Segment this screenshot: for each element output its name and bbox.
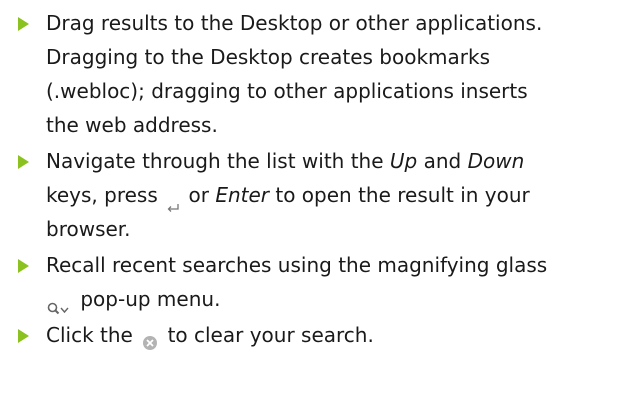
tip-text: to open the result in your: [275, 183, 530, 207]
key-up-label: Up: [389, 149, 418, 173]
key-down-label: Down: [467, 149, 525, 173]
disclosure-triangle-icon: [18, 17, 29, 31]
tip-text-line: Drag results to the Desktop or other app…: [46, 11, 543, 35]
tip-text-line: the web address.: [46, 113, 218, 137]
tip-text: Navigate through the list with the: [46, 149, 384, 173]
return-key-icon: [166, 191, 180, 212]
clear-search-icon: [141, 328, 159, 350]
tip-text-line: Dragging to the Desktop creates bookmark…: [46, 45, 490, 69]
disclosure-triangle-icon: [18, 259, 29, 273]
tip-text: or: [188, 183, 209, 207]
tip-text: to clear your search.: [167, 323, 374, 347]
tip-text: browser.: [46, 217, 131, 241]
tip-recall-searches: Recall recent searches using the magnify…: [0, 248, 629, 316]
tip-clear-search: Click the to clear your search.: [0, 318, 629, 352]
tip-text: and: [423, 149, 462, 173]
tip-drag-results: Drag results to the Desktop or other app…: [0, 6, 629, 142]
tip-text: Click the: [46, 323, 133, 347]
disclosure-triangle-icon: [18, 329, 29, 343]
magnifying-glass-menu-icon: [46, 293, 70, 314]
tip-navigate: Navigate through the list with the Up an…: [0, 144, 629, 246]
tip-text: keys, press: [46, 183, 158, 207]
tip-text: Recall recent searches using the magnify…: [46, 253, 548, 277]
disclosure-triangle-icon: [18, 155, 29, 169]
tips-list: Drag results to the Desktop or other app…: [0, 6, 629, 354]
tip-text-line: (.webloc); dragging to other application…: [46, 79, 528, 103]
key-enter-label: Enter: [215, 183, 270, 207]
tip-text: pop-up menu.: [80, 287, 221, 311]
